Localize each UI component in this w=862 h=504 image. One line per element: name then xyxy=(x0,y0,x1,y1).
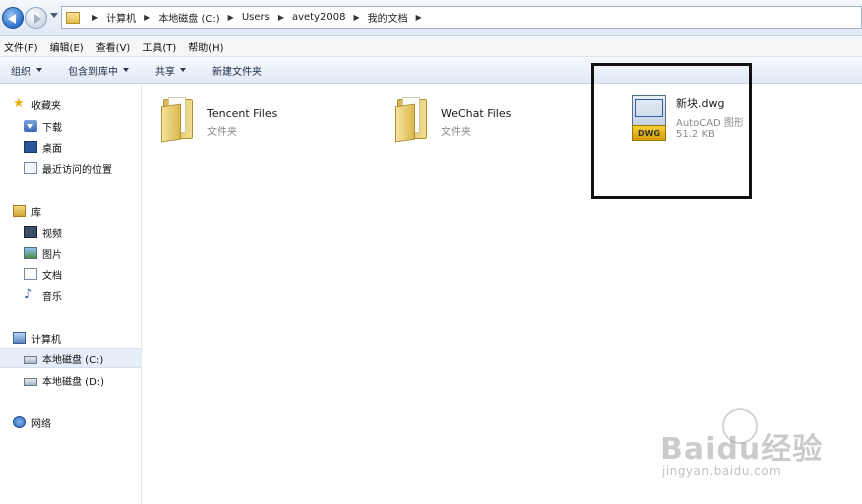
chevron-down-icon xyxy=(36,68,42,72)
sidebar-item-pictures[interactable]: 图片 xyxy=(0,243,141,263)
sidebar-item-network[interactable]: 网络 xyxy=(0,412,141,432)
sidebar-item-label: 桌面 xyxy=(42,143,62,155)
breadcrumb-item-drive-c[interactable]: 本地磁盘 (C:) xyxy=(158,10,219,25)
document-icon xyxy=(24,268,37,280)
chevron-right-icon[interactable]: ▶ xyxy=(353,13,359,22)
library-icon xyxy=(13,205,26,217)
menu-help[interactable]: 帮助(H) xyxy=(188,39,223,54)
menu-edit[interactable]: 编辑(E) xyxy=(50,39,84,54)
breadcrumb[interactable]: ▶ 计算机 ▶ 本地磁盘 (C:) ▶ Users ▶ avety2008 ▶ … xyxy=(61,6,862,29)
folder-icon xyxy=(66,11,80,24)
chevron-down-icon xyxy=(180,68,186,72)
sidebar-item-downloads[interactable]: 下载 xyxy=(0,116,141,136)
sidebar-item-drive-d[interactable]: 本地磁盘 (D:) xyxy=(0,370,141,390)
folder-icon xyxy=(395,95,431,143)
file-name: Tencent Files xyxy=(207,107,278,120)
folder-icon xyxy=(161,95,197,143)
watermark-logo: Baidu经验 xyxy=(660,432,824,467)
chevron-right-icon[interactable]: ▶ xyxy=(92,13,98,22)
organize-label: 组织 xyxy=(11,66,31,78)
sidebar-item-libraries[interactable]: 库 xyxy=(0,201,141,221)
sidebar-item-favorites[interactable]: ★ 收藏夹 xyxy=(0,94,141,114)
file-type: 文件夹 xyxy=(207,127,237,138)
sidebar-item-label: 本地磁盘 (C:) xyxy=(42,354,104,366)
sidebar-item-drive-c[interactable]: 本地磁盘 (C:) xyxy=(0,348,141,368)
breadcrumb-item-documents[interactable]: 我的文档 xyxy=(368,10,408,25)
pictures-icon xyxy=(24,247,37,259)
include-in-library-button[interactable]: 包含到库中 xyxy=(68,63,129,78)
chevron-down-icon xyxy=(123,68,129,72)
recent-places-icon xyxy=(24,162,37,174)
back-button[interactable] xyxy=(2,7,24,29)
new-folder-button[interactable]: 新建文件夹 xyxy=(212,63,262,78)
sidebar-item-music[interactable]: ♪ 音乐 xyxy=(0,285,141,305)
breadcrumb-item-computer[interactable]: 计算机 xyxy=(106,10,136,25)
network-icon xyxy=(13,416,26,428)
file-item-wechat-files[interactable]: WeChat Files 文件夹 xyxy=(395,95,511,151)
chevron-right-icon[interactable]: ▶ xyxy=(278,13,284,22)
sidebar-item-computer[interactable]: 计算机 xyxy=(0,328,141,348)
video-icon xyxy=(24,226,37,238)
new-folder-label: 新建文件夹 xyxy=(212,66,262,78)
desktop-icon xyxy=(24,141,37,153)
sidebar-item-label: 视频 xyxy=(42,228,62,240)
recent-pages-dropdown-icon[interactable] xyxy=(50,13,58,18)
share-label: 共享 xyxy=(155,66,175,78)
forward-button[interactable] xyxy=(25,7,47,29)
include-library-label: 包含到库中 xyxy=(68,66,118,78)
sidebar-item-label: 音乐 xyxy=(42,291,62,303)
sidebar-item-label: 下载 xyxy=(42,122,62,134)
music-icon: ♪ xyxy=(24,287,33,302)
file-type: 文件夹 xyxy=(441,127,471,138)
sidebar-item-label: 库 xyxy=(31,207,41,219)
sidebar-item-desktop[interactable]: 桌面 xyxy=(0,137,141,157)
sidebar-item-label: 网络 xyxy=(31,418,51,430)
watermark: Baidu经验 jingyan.baidu.com xyxy=(660,408,856,488)
file-name: WeChat Files xyxy=(441,107,512,120)
sidebar-item-label: 文档 xyxy=(42,270,62,282)
star-icon: ★ xyxy=(13,96,25,111)
download-icon xyxy=(24,120,37,132)
breadcrumb-item-users[interactable]: Users xyxy=(242,12,270,23)
drive-icon xyxy=(24,377,37,386)
drive-icon xyxy=(24,355,37,364)
chevron-right-icon[interactable]: ▶ xyxy=(228,13,234,22)
file-item-tencent-files[interactable]: Tencent Files 文件夹 xyxy=(161,95,277,151)
organize-button[interactable]: 组织 xyxy=(11,63,42,78)
sidebar-item-label: 收藏夹 xyxy=(31,100,61,112)
share-button[interactable]: 共享 xyxy=(155,63,186,78)
sidebar-item-label: 本地磁盘 (D:) xyxy=(42,376,105,388)
address-bar: ▶ 计算机 ▶ 本地磁盘 (C:) ▶ Users ▶ avety2008 ▶ … xyxy=(0,0,862,36)
annotation-highlight-box xyxy=(591,63,752,199)
sidebar-item-videos[interactable]: 视频 xyxy=(0,222,141,242)
sidebar-item-label: 图片 xyxy=(42,249,62,261)
chevron-right-icon[interactable]: ▶ xyxy=(144,13,150,22)
menu-bar: 文件(F) 编辑(E) 查看(V) 工具(T) 帮助(H) xyxy=(0,36,862,57)
menu-file[interactable]: 文件(F) xyxy=(4,39,38,54)
breadcrumb-item-user[interactable]: avety2008 xyxy=(292,12,346,23)
menu-view[interactable]: 查看(V) xyxy=(96,39,131,54)
chevron-right-icon[interactable]: ▶ xyxy=(416,13,422,22)
sidebar-item-label: 计算机 xyxy=(31,334,61,346)
menu-tools[interactable]: 工具(T) xyxy=(142,39,176,54)
navigation-pane: ★ 收藏夹 下载 桌面 最近访问的位置 库 视频 图片 文档 ♪ 音乐 计算机 … xyxy=(0,85,142,504)
sidebar-item-documents[interactable]: 文档 xyxy=(0,264,141,284)
sidebar-item-recent-places[interactable]: 最近访问的位置 xyxy=(0,158,141,178)
sidebar-item-label: 最近访问的位置 xyxy=(42,164,112,176)
computer-icon xyxy=(13,332,26,344)
watermark-url: jingyan.baidu.com xyxy=(662,464,782,478)
